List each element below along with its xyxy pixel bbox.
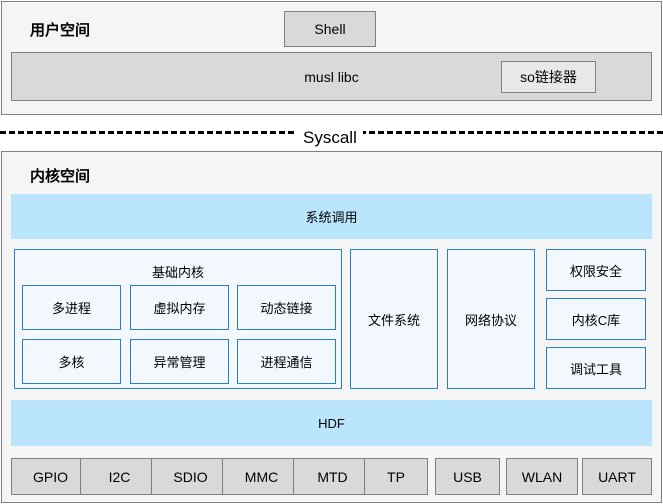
shell-box[interactable]: Shell xyxy=(284,11,376,47)
kernel-c-library-box[interactable]: 内核C库 xyxy=(546,298,646,340)
permission-security-box[interactable]: 权限安全 xyxy=(546,249,646,291)
driver-chip-i2c[interactable]: I2C xyxy=(80,458,159,495)
driver-chip-mtd[interactable]: MTD xyxy=(293,458,372,495)
driver-chip-sdio[interactable]: SDIO xyxy=(151,458,230,495)
architecture-diagram: 用户空间 Shell musl libc so链接器 Syscall 内核空间 … xyxy=(0,0,663,504)
syscall-label: Syscall xyxy=(297,128,363,148)
debug-tools-box[interactable]: 调试工具 xyxy=(546,347,646,389)
syscall-band[interactable]: 系统调用 xyxy=(11,194,652,239)
base-kernel-label: 基础内核 xyxy=(14,262,342,281)
driver-chip-uart[interactable]: UART xyxy=(582,458,652,495)
driver-chip-tp[interactable]: TP xyxy=(364,458,428,495)
base-kernel-item-exception-management[interactable]: 异常管理 xyxy=(130,339,229,384)
so-linker-box[interactable]: so链接器 xyxy=(501,61,596,93)
base-kernel-item-multiprocess[interactable]: 多进程 xyxy=(22,285,121,330)
base-kernel-item-dynamic-linking[interactable]: 动态链接 xyxy=(237,285,336,330)
driver-chip-wlan[interactable]: WLAN xyxy=(506,458,578,495)
base-kernel-item-multicore[interactable]: 多核 xyxy=(22,339,121,384)
base-kernel-item-virtual-memory[interactable]: 虚拟内存 xyxy=(130,285,229,330)
kernel-space-title: 内核空间 xyxy=(30,165,90,186)
driver-chip-usb[interactable]: USB xyxy=(435,458,500,495)
hdf-band[interactable]: HDF xyxy=(11,400,652,446)
filesystem-box[interactable]: 文件系统 xyxy=(350,249,438,389)
user-space-title: 用户空间 xyxy=(30,19,90,40)
driver-chip-mmc[interactable]: MMC xyxy=(222,458,301,495)
driver-chip-gpio[interactable]: GPIO xyxy=(11,458,90,495)
base-kernel-item-ipc[interactable]: 进程通信 xyxy=(237,339,336,384)
network-protocol-box[interactable]: 网络协议 xyxy=(447,249,535,389)
